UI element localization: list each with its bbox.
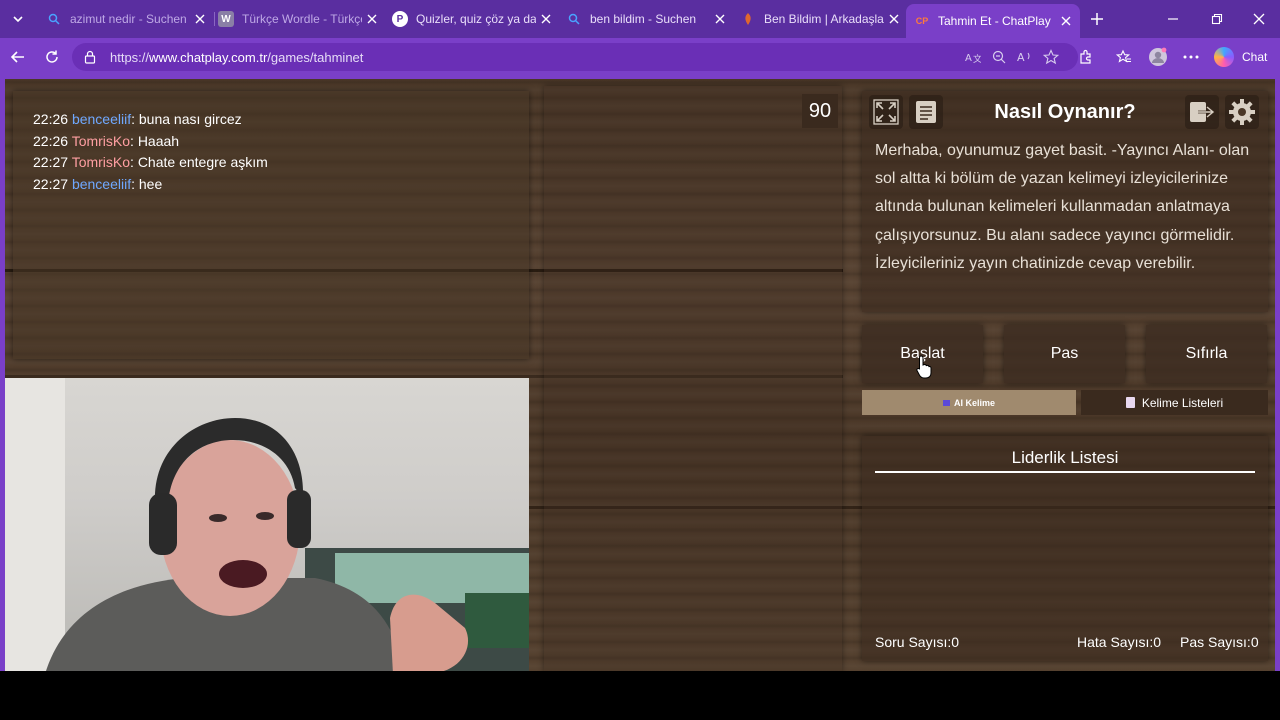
- error-count: Hata Sayısı:0: [1077, 634, 1162, 650]
- new-tab-button[interactable]: [1086, 8, 1108, 30]
- rules-button[interactable]: [909, 95, 943, 129]
- page-viewport: 22:26 benceeliif: buna nası gircez 22:26…: [0, 76, 1280, 674]
- svg-text:A: A: [1017, 51, 1025, 64]
- chat-message: 22:27 TomrisKo: Chate entegre aşkım: [33, 154, 268, 170]
- exit-button[interactable]: [1185, 95, 1219, 129]
- close-icon[interactable]: [884, 9, 904, 29]
- settings-button[interactable]: [1225, 95, 1259, 129]
- restore-button[interactable]: [1196, 0, 1238, 38]
- gear-icon: [1229, 99, 1255, 125]
- ai-word-button[interactable]: AI Kelime: [862, 390, 1076, 415]
- chat-panel: 22:26 benceeliif: buna nası gircez 22:26…: [13, 91, 529, 359]
- list-icon: [1125, 397, 1135, 408]
- letterbox-bar: [0, 671, 1280, 720]
- tab-ben-bildim[interactable]: Ben Bildim | Arkadaşları: [732, 4, 908, 34]
- tab-actions-menu[interactable]: [6, 7, 30, 31]
- url-text: https://www.chatplay.com.tr/games/tahmin…: [110, 49, 364, 65]
- divider: [875, 471, 1255, 473]
- copilot-label: Chat: [1242, 50, 1268, 64]
- translate-icon[interactable]: A文: [964, 49, 982, 65]
- streamer-video-image: [5, 378, 529, 674]
- webcam-feed: [5, 378, 529, 674]
- close-icon[interactable]: [362, 9, 382, 29]
- exit-icon: [1190, 102, 1216, 122]
- favorite-star-icon[interactable]: [1042, 49, 1060, 65]
- question-count: Soru Sayısı:0: [875, 634, 960, 650]
- back-button[interactable]: [6, 45, 30, 69]
- search-icon: [46, 11, 62, 27]
- close-icon[interactable]: [190, 9, 210, 29]
- tab-strip: azimut nedir - Suchen W Türkçe Wordle - …: [0, 0, 1280, 38]
- more-options-icon[interactable]: [1180, 46, 1202, 68]
- address-bar[interactable]: https://www.chatplay.com.tr/games/tahmin…: [72, 43, 1078, 71]
- copilot-chat-button[interactable]: Chat: [1214, 45, 1267, 69]
- close-icon: [1253, 13, 1265, 25]
- search-icon: [566, 11, 582, 27]
- close-icon[interactable]: [710, 9, 730, 29]
- word-lists-button[interactable]: Kelime Listeleri: [1081, 390, 1268, 415]
- how-to-play-title: Nasıl Oynanır?: [994, 101, 1136, 123]
- copilot-icon: [1214, 47, 1234, 67]
- tab-title: Quizler, quiz çöz ya da o: [416, 12, 536, 26]
- reload-icon: [46, 50, 58, 63]
- how-to-play-panel: Nasıl Oynanır? Merhaba, oyunumuz gayet b…: [862, 91, 1268, 312]
- arrow-left-icon: [10, 51, 24, 63]
- zoom-out-icon[interactable]: [990, 49, 1008, 65]
- mouse-pointer-icon: [916, 355, 932, 379]
- tab-title: ben bildim - Suchen: [590, 12, 697, 26]
- ai-word-label: AI Kelime: [953, 397, 995, 408]
- close-icon[interactable]: [1056, 11, 1076, 31]
- svg-text:A: A: [965, 53, 972, 64]
- tab-title: Türkçe Wordle - Türkçe K: [242, 12, 362, 26]
- tab-title: azimut nedir - Suchen: [70, 12, 187, 26]
- fullscreen-icon: [873, 99, 899, 125]
- fullscreen-button[interactable]: [869, 95, 903, 129]
- profile-avatar[interactable]: [1147, 46, 1169, 68]
- favorites-icon[interactable]: [1113, 46, 1135, 68]
- restore-icon: [1211, 13, 1223, 25]
- ai-icon: [942, 399, 950, 406]
- chatplay-icon: CP: [915, 16, 929, 26]
- word-lists-label: Kelime Listeleri: [1141, 395, 1224, 410]
- close-window-button[interactable]: [1238, 0, 1280, 38]
- minimize-icon: [1168, 18, 1178, 20]
- wordle-icon: W: [218, 11, 234, 27]
- chevron-down-icon: [13, 16, 23, 23]
- lock-icon[interactable]: [82, 49, 98, 65]
- extensions-icon[interactable]: [1075, 46, 1097, 68]
- tab-azimut[interactable]: azimut nedir - Suchen: [38, 4, 214, 34]
- game-stage: 22:26 benceeliif: buna nası gircez 22:26…: [5, 79, 1275, 674]
- chat-message: 22:26 TomrisKo: Haaah: [33, 133, 180, 149]
- minimize-button[interactable]: [1152, 0, 1194, 38]
- chat-message: 22:26 benceeliif: buna nası gircez: [33, 111, 242, 127]
- leaderboard-panel: Liderlik Listesi Soru Sayısı:0 Hata Sayı…: [862, 436, 1268, 661]
- timer-display: 90: [802, 94, 838, 128]
- close-icon[interactable]: [536, 9, 556, 29]
- leaderboard-title: Liderlik Listesi: [1011, 448, 1119, 467]
- document-icon: [916, 101, 936, 123]
- tab-wordle[interactable]: W Türkçe Wordle - Türkçe K: [210, 4, 386, 34]
- toolbar: https://www.chatplay.com.tr/games/tahmin…: [0, 38, 1280, 76]
- quiz-icon: P: [392, 11, 408, 27]
- streamer-area: [544, 86, 842, 672]
- tab-chatplay-active[interactable]: CP Tahmin Et - ChatPlay: [906, 4, 1080, 38]
- tab-ben-bildim-search[interactable]: ben bildim - Suchen: [558, 4, 734, 34]
- plus-icon: [1091, 13, 1103, 25]
- benbildim-icon: [740, 11, 756, 27]
- reload-button[interactable]: [40, 45, 64, 69]
- read-aloud-icon[interactable]: A: [1016, 49, 1034, 65]
- pass-count: Pas Sayısı:0: [1180, 634, 1259, 650]
- svg-text:文: 文: [973, 53, 981, 64]
- tab-title: Ben Bildim | Arkadaşları: [764, 12, 884, 26]
- tab-quiz[interactable]: P Quizler, quiz çöz ya da o: [384, 4, 560, 34]
- chat-message: 22:27 benceeliif: hee: [33, 176, 163, 192]
- pass-button[interactable]: Pas: [1004, 325, 1125, 383]
- tab-title: Tahmin Et - ChatPlay: [938, 14, 1051, 28]
- how-to-play-text: Merhaba, oyunumuz gayet basit. -Yayıncı …: [875, 142, 1250, 272]
- reset-button[interactable]: Sıfırla: [1146, 325, 1267, 383]
